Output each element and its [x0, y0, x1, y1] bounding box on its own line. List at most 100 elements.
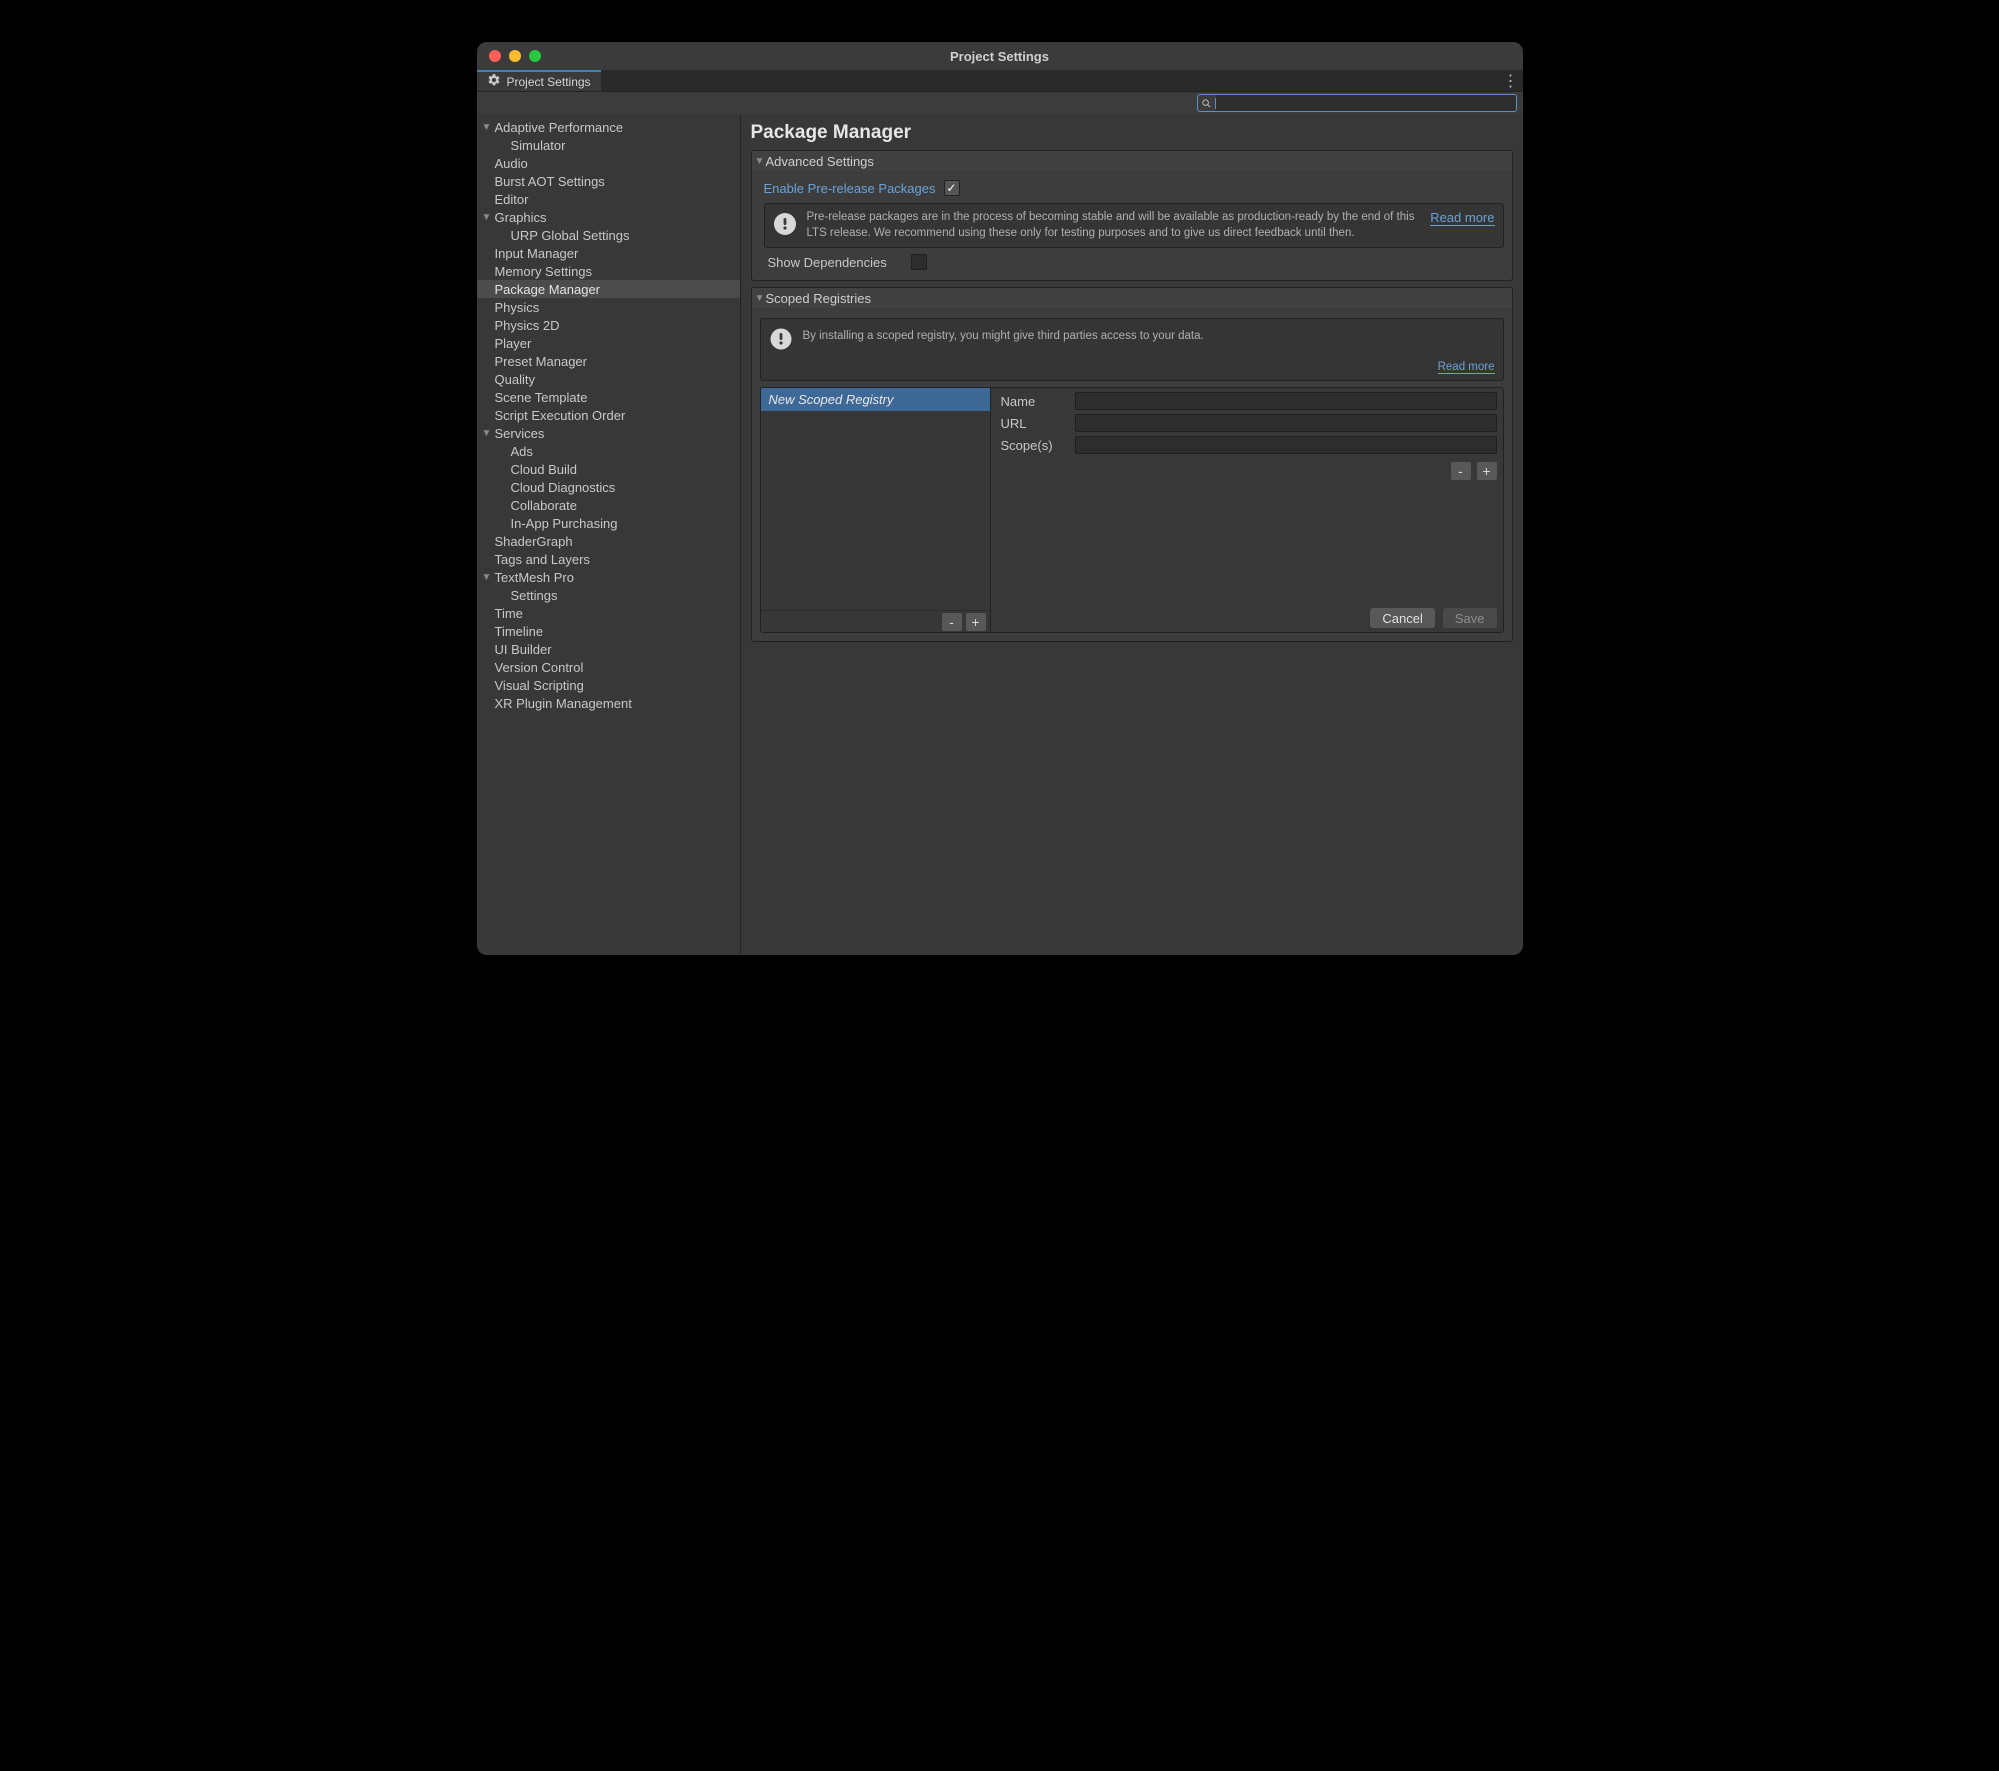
prerelease-read-more-link[interactable]: Read more: [1430, 210, 1494, 226]
prerelease-info-text: Pre-release packages are in the process …: [807, 210, 1421, 241]
sidebar-item-label: XR Plugin Management: [493, 696, 632, 711]
sidebar-item-label: Timeline: [493, 624, 544, 639]
sidebar-item-physics[interactable]: Physics: [477, 298, 740, 316]
sidebar-item-memory-settings[interactable]: Memory Settings: [477, 262, 740, 280]
enable-prerelease-checkbox[interactable]: ✓: [944, 180, 960, 196]
close-window-button[interactable]: [489, 50, 501, 62]
minimize-window-button[interactable]: [509, 50, 521, 62]
remove-scope-button[interactable]: -: [1451, 462, 1471, 480]
sidebar-item-label: Script Execution Order: [493, 408, 626, 423]
sidebar-item-label: Input Manager: [493, 246, 579, 261]
sidebar-item-ads[interactable]: Ads: [477, 442, 740, 460]
sidebar-item-scene-template[interactable]: Scene Template: [477, 388, 740, 406]
search-field[interactable]: [1197, 94, 1517, 112]
sidebar-item-label: Visual Scripting: [493, 678, 584, 693]
foldout-arrow-icon: ▼: [754, 293, 766, 304]
sidebar-item-audio[interactable]: Audio: [477, 154, 740, 172]
sidebar-item-version-control[interactable]: Version Control: [477, 658, 740, 676]
tab-overflow-menu-button[interactable]: ⋮: [1499, 70, 1523, 91]
sidebar-item-ui-builder[interactable]: UI Builder: [477, 640, 740, 658]
sidebar-item-textmesh-pro[interactable]: ▼TextMesh Pro: [477, 568, 740, 586]
sidebar-item-timeline[interactable]: Timeline: [477, 622, 740, 640]
add-scope-button[interactable]: +: [1477, 462, 1497, 480]
sidebar-item-label: Cloud Build: [509, 462, 578, 477]
sidebar-item-label: Burst AOT Settings: [493, 174, 605, 189]
registry-name-input[interactable]: [1075, 392, 1497, 410]
registry-item-selected[interactable]: New Scoped Registry: [761, 388, 990, 411]
sidebar-item-label: Player: [493, 336, 532, 351]
sidebar-item-xr-plugin-management[interactable]: XR Plugin Management: [477, 694, 740, 712]
sidebar-item-label: Physics 2D: [493, 318, 560, 333]
settings-sidebar[interactable]: ▼Adaptive PerformanceSimulatorAudioBurst…: [477, 114, 741, 955]
sidebar-item-burst-aot-settings[interactable]: Burst AOT Settings: [477, 172, 740, 190]
registry-list[interactable]: New Scoped Registry: [761, 388, 990, 610]
sidebar-item-script-execution-order[interactable]: Script Execution Order: [477, 406, 740, 424]
sidebar-item-settings[interactable]: Settings: [477, 586, 740, 604]
sidebar-item-shadergraph[interactable]: ShaderGraph: [477, 532, 740, 550]
sidebar-item-cloud-build[interactable]: Cloud Build: [477, 460, 740, 478]
sidebar-item-adaptive-performance[interactable]: ▼Adaptive Performance: [477, 118, 740, 136]
registry-list-pane: New Scoped Registry - +: [761, 388, 991, 632]
sidebar-item-tags-and-layers[interactable]: Tags and Layers: [477, 550, 740, 568]
sidebar-item-input-manager[interactable]: Input Manager: [477, 244, 740, 262]
settings-main: Package Manager ▼ Advanced Settings Enab…: [741, 114, 1523, 955]
scoped-read-more-link[interactable]: Read more: [1438, 361, 1495, 374]
registry-scopes-label: Scope(s): [1001, 438, 1065, 453]
registry-url-input[interactable]: [1075, 414, 1497, 432]
foldout-arrow-icon: ▼: [481, 428, 493, 439]
sidebar-item-player[interactable]: Player: [477, 334, 740, 352]
sidebar-item-simulator[interactable]: Simulator: [477, 136, 740, 154]
tab-project-settings[interactable]: Project Settings: [477, 70, 601, 91]
sidebar-item-label: ShaderGraph: [493, 534, 573, 549]
cancel-button[interactable]: Cancel: [1370, 608, 1434, 628]
search-input[interactable]: [1216, 95, 1516, 111]
registry-name-label: Name: [1001, 394, 1065, 409]
sidebar-item-time[interactable]: Time: [477, 604, 740, 622]
sidebar-item-urp-global-settings[interactable]: URP Global Settings: [477, 226, 740, 244]
sidebar-item-in-app-purchasing[interactable]: In-App Purchasing: [477, 514, 740, 532]
info-warning-icon: [769, 327, 793, 351]
enable-prerelease-label: Enable Pre-release Packages: [764, 181, 936, 196]
sidebar-item-label: Version Control: [493, 660, 584, 675]
advanced-settings-header[interactable]: ▼ Advanced Settings: [752, 151, 1512, 171]
sidebar-item-label: Editor: [493, 192, 529, 207]
sidebar-item-collaborate[interactable]: Collaborate: [477, 496, 740, 514]
sidebar-item-preset-manager[interactable]: Preset Manager: [477, 352, 740, 370]
checkmark-icon: ✓: [946, 181, 956, 195]
sidebar-item-quality[interactable]: Quality: [477, 370, 740, 388]
sidebar-item-graphics[interactable]: ▼Graphics: [477, 208, 740, 226]
scoped-registries-header[interactable]: ▼ Scoped Registries: [752, 288, 1512, 308]
project-settings-window: Project Settings Project Settings ⋮ ▼Ada…: [477, 42, 1523, 955]
show-dependencies-checkbox[interactable]: [911, 254, 927, 270]
sidebar-item-physics-2d[interactable]: Physics 2D: [477, 316, 740, 334]
registry-editor: New Scoped Registry - + Name: [760, 387, 1504, 633]
sidebar-item-label: Time: [493, 606, 523, 621]
sidebar-item-cloud-diagnostics[interactable]: Cloud Diagnostics: [477, 478, 740, 496]
sidebar-item-label: Adaptive Performance: [493, 120, 624, 135]
add-registry-button[interactable]: +: [966, 613, 986, 631]
foldout-arrow-icon: ▼: [754, 156, 766, 167]
zoom-window-button[interactable]: [529, 50, 541, 62]
search-row: [477, 92, 1523, 114]
scoped-info-text: By installing a scoped registry, you mig…: [803, 325, 1495, 345]
registry-scopes-input[interactable]: [1075, 436, 1497, 454]
sidebar-item-package-manager[interactable]: Package Manager: [477, 280, 740, 298]
sidebar-item-label: Tags and Layers: [493, 552, 590, 567]
registry-url-label: URL: [1001, 416, 1065, 431]
sidebar-item-visual-scripting[interactable]: Visual Scripting: [477, 676, 740, 694]
search-icon: [1198, 98, 1216, 109]
tab-label: Project Settings: [507, 75, 591, 89]
window-title: Project Settings: [477, 49, 1523, 64]
sidebar-item-label: Graphics: [493, 210, 547, 225]
sidebar-item-editor[interactable]: Editor: [477, 190, 740, 208]
body: ▼Adaptive PerformanceSimulatorAudioBurst…: [477, 114, 1523, 955]
sidebar-item-label: Preset Manager: [493, 354, 588, 369]
sidebar-item-services[interactable]: ▼Services: [477, 424, 740, 442]
sidebar-item-label: Collaborate: [509, 498, 578, 513]
page-title: Package Manager: [751, 122, 1513, 144]
sidebar-item-label: Simulator: [509, 138, 566, 153]
remove-registry-button[interactable]: -: [942, 613, 962, 631]
sidebar-item-label: Ads: [509, 444, 533, 459]
save-button[interactable]: Save: [1443, 608, 1497, 628]
info-warning-icon: [773, 212, 797, 236]
